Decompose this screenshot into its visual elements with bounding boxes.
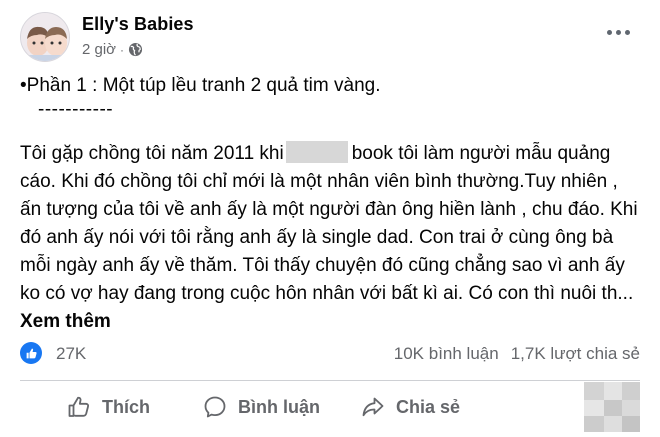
share-icon: [360, 394, 386, 420]
action-divider: [20, 380, 640, 381]
facebook-post: Elly's Babies 2 giờ · •Phần 1 : Một túp …: [0, 0, 660, 437]
post-body: •Phần 1 : Một túp lều tranh 2 quả tim và…: [20, 72, 640, 336]
like-label: Thích: [102, 396, 150, 417]
reaction-count[interactable]: 27K: [56, 344, 86, 364]
share-button[interactable]: Chia sẻ: [360, 385, 460, 429]
post-header: Elly's Babies 2 giờ ·: [20, 10, 640, 62]
viewer-avatar-pixelated[interactable]: [584, 382, 640, 432]
globe-icon: [128, 42, 143, 57]
see-more-link[interactable]: Xem thêm: [20, 311, 111, 332]
post-story: Tôi gặp chồng tôi năm 2011 khi book tôi l…: [20, 140, 640, 336]
comment-button[interactable]: Bình luận: [202, 385, 320, 429]
action-bar: Thích Bình luận Chia sẻ: [20, 385, 580, 429]
like-reaction-icon[interactable]: [20, 342, 42, 364]
like-button[interactable]: Thích: [66, 385, 150, 429]
post-meta: 2 giờ ·: [82, 41, 143, 58]
engagement-stats: 10K bình luận 1,7K lượt chia sẻ: [394, 344, 640, 364]
comment-icon: [202, 394, 228, 420]
meta-separator: ·: [120, 42, 125, 57]
share-count[interactable]: 1,7K lượt chia sẻ: [511, 344, 640, 364]
comment-count[interactable]: 10K bình luận: [394, 344, 499, 364]
comment-label: Bình luận: [238, 396, 320, 417]
page-avatar[interactable]: [20, 12, 70, 62]
page-name[interactable]: Elly's Babies: [82, 14, 194, 35]
share-label: Chia sẻ: [396, 396, 461, 417]
censored-block: [285, 141, 348, 163]
part-title: •Phần 1 : Một túp lều tranh 2 quả tim và…: [20, 75, 381, 96]
post-time[interactable]: 2 giờ: [82, 41, 116, 58]
text-divider: -----------: [38, 99, 114, 120]
story-text-start: Tôi gặp chồng tôi năm 2011 khi: [20, 143, 284, 164]
like-icon: [66, 394, 92, 420]
post-stats: 27K 10K bình luận 1,7K lượt chia sẻ: [20, 340, 640, 366]
more-options-icon[interactable]: [604, 22, 632, 42]
story-text-rest: book tôi làm người mẫu quảng cáo. Khi đó…: [20, 143, 638, 304]
